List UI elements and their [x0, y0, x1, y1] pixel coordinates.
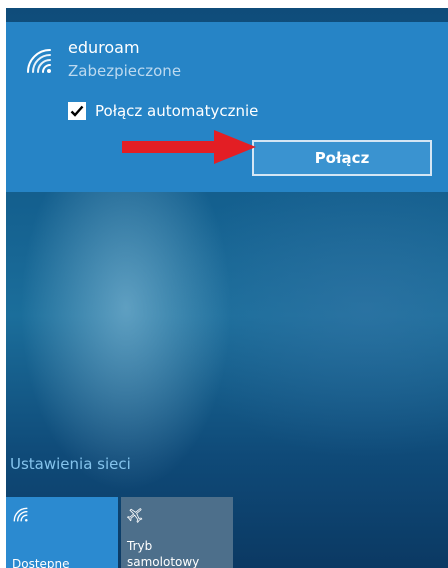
connect-button[interactable]: Połącz	[252, 140, 432, 176]
auto-connect-checkbox-row[interactable]: Połącz automatycznie	[68, 100, 258, 122]
quick-action-label-line2: samolotowy	[127, 555, 200, 568]
quick-action-available-networks[interactable]: Dostępne	[6, 497, 118, 568]
airplane-icon	[127, 508, 143, 524]
quick-action-label-line1: Tryb	[127, 539, 153, 553]
network-flyout: eduroam Zabezpieczone Połącz automatyczn…	[6, 8, 448, 568]
network-list-item-eduroam[interactable]: eduroam Zabezpieczone Połącz automatyczn…	[6, 22, 448, 192]
quick-action-label: Dostępne	[12, 557, 70, 568]
auto-connect-checkbox[interactable]	[68, 102, 86, 120]
quick-action-airplane-mode[interactable]: Tryb samolotowy	[121, 497, 233, 568]
network-security-status: Zabezpieczone	[68, 62, 182, 80]
wifi-icon	[27, 49, 51, 73]
network-settings-link[interactable]: Ustawienia sieci	[10, 454, 131, 474]
wifi-icon	[13, 507, 28, 522]
network-ssid: eduroam	[68, 38, 140, 57]
red-arrow-icon	[122, 130, 256, 164]
auto-connect-label: Połącz automatycznie	[95, 102, 259, 120]
checkmark-icon	[70, 105, 84, 117]
